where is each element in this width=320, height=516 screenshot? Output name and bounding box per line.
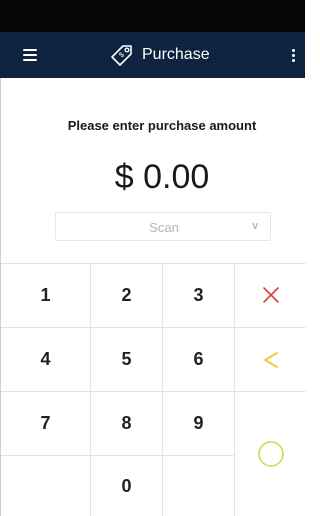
chevron-down-icon: v bbox=[252, 220, 259, 232]
clear-x-icon bbox=[262, 287, 279, 303]
keypad-key-7[interactable]: 7 bbox=[1, 392, 90, 455]
enter-circle-icon bbox=[257, 441, 284, 467]
app-bar-title-group: $ Purchase bbox=[108, 41, 210, 69]
app-bar: $ Purchase bbox=[0, 32, 305, 78]
amount-prompt: Please enter purchase amount bbox=[67, 118, 257, 133]
status-bar bbox=[0, 0, 305, 32]
keypad-key-9[interactable]: 9 bbox=[163, 392, 234, 455]
keypad: 1 2 3 4 5 6 7 8 9 0 bbox=[1, 263, 306, 516]
clear-button[interactable] bbox=[235, 263, 306, 327]
keypad-key-1[interactable]: 1 bbox=[1, 263, 90, 327]
keypad-key-3[interactable]: 3 bbox=[163, 263, 234, 327]
keypad-key-6[interactable]: 6 bbox=[163, 328, 234, 391]
more-vertical-icon[interactable] bbox=[289, 46, 299, 64]
scan-select-value: Scan bbox=[149, 220, 179, 235]
keypad-key-2[interactable]: 2 bbox=[91, 263, 162, 327]
keypad-key-0[interactable]: 0 bbox=[91, 456, 162, 516]
keypad-key-empty bbox=[1, 456, 90, 516]
keypad-key-blank bbox=[163, 456, 234, 516]
page-title: Purchase bbox=[142, 46, 210, 63]
hamburger-menu-icon[interactable] bbox=[20, 46, 40, 64]
keypad-key-4[interactable]: 4 bbox=[1, 328, 90, 391]
backspace-button[interactable] bbox=[235, 328, 306, 391]
enter-button[interactable] bbox=[235, 392, 306, 516]
amount-display: $ 0.00 bbox=[114, 158, 210, 196]
svg-text:$: $ bbox=[118, 51, 126, 59]
price-tag-icon: $ bbox=[111, 45, 132, 66]
backspace-chevron-icon bbox=[263, 351, 278, 368]
scan-select[interactable]: Scan v bbox=[55, 212, 271, 241]
purchase-content: Please enter purchase amount $ 0.00 Scan… bbox=[0, 78, 306, 516]
keypad-key-5[interactable]: 5 bbox=[91, 328, 162, 391]
keypad-key-8[interactable]: 8 bbox=[91, 392, 162, 455]
